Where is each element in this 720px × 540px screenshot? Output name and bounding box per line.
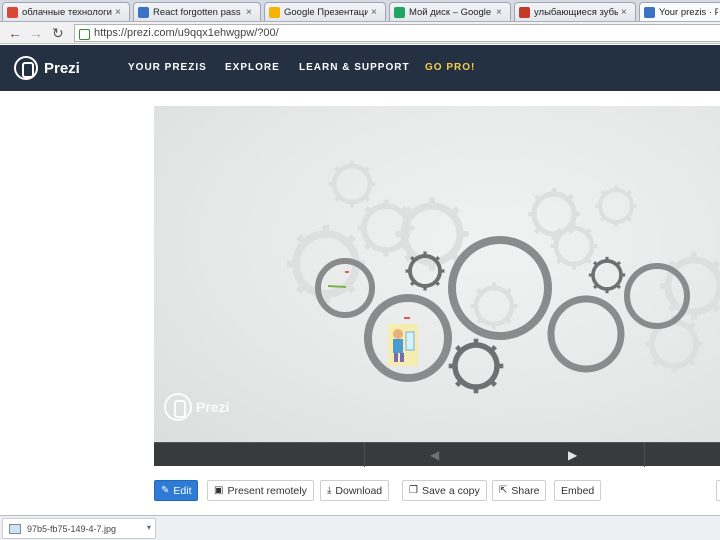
share-button[interactable]: ⇱ Share xyxy=(492,480,547,501)
tab-1-title: облачные технологи xyxy=(22,7,112,18)
copy-icon: ❐ xyxy=(409,485,418,496)
prezi-watermark-text: Prezi xyxy=(196,399,230,415)
tab-2-favicon-icon xyxy=(138,7,149,18)
browser-tab-4[interactable]: Мой диск – Google Д × xyxy=(389,2,511,21)
action-toolbar: ✎ Edit ▣ Present remotely ⤓ Download ❐ S… xyxy=(154,480,720,502)
gear-right-ring xyxy=(547,295,625,373)
browser-tab-1[interactable]: облачные технологи × xyxy=(2,2,130,21)
tab-1-close-icon[interactable]: × xyxy=(115,7,125,18)
prezi-logo-text: Prezi xyxy=(44,59,80,77)
gear-small-1 xyxy=(406,252,445,291)
previous-step-icon[interactable]: ◀ xyxy=(430,448,439,462)
prezi-watermark-icon xyxy=(164,393,192,421)
tab-2-close-icon[interactable]: × xyxy=(246,7,256,18)
save-copy-label: Save a copy xyxy=(421,484,480,497)
download-label: Download xyxy=(335,484,383,497)
tab-2-title: React forgotten pass xyxy=(153,7,241,18)
tooth-cartoon-image xyxy=(388,324,418,366)
gear-far-right-ring xyxy=(624,263,690,329)
monitor-icon: ▣ xyxy=(214,485,224,496)
browser-tab-6-active[interactable]: Your prezis · Pre xyxy=(639,2,720,21)
present-remotely-button[interactable]: ▣ Present remotely xyxy=(207,480,314,501)
tab-1-favicon-icon xyxy=(7,7,18,18)
next-step-icon[interactable]: ▶ xyxy=(568,448,577,462)
download-button[interactable]: ⤓ Download xyxy=(320,480,390,501)
prezi-logo-icon xyxy=(14,56,38,80)
bg-gear-9 xyxy=(471,283,518,330)
share-icon: ⇱ xyxy=(499,485,508,496)
tab-5-title: улыбающиеся зубы – н xyxy=(534,7,618,18)
bg-gear-8 xyxy=(660,252,720,320)
embed-button[interactable]: Embed xyxy=(554,480,602,501)
browser-tab-3[interactable]: Google Презентации × xyxy=(264,2,386,21)
tab-4-favicon-icon xyxy=(394,7,405,18)
image-file-icon xyxy=(9,523,21,534)
gear-small-2 xyxy=(449,339,504,394)
prezi-header: Prezi YOUR PREZIS EXPLORE LEARN & SUPPOR… xyxy=(0,45,720,91)
tab-4-title: Мой диск – Google Д xyxy=(409,7,493,18)
url-input[interactable]: https://prezi.com/u9qqx1ehwgpw/?00/ xyxy=(74,24,720,42)
bg-gear-7 xyxy=(551,223,598,270)
prezi-watermark: Prezi xyxy=(164,393,229,421)
tab-5-favicon-icon xyxy=(519,7,530,18)
pencil-icon: ✎ xyxy=(161,485,170,496)
nav-learn-support[interactable]: LEARN & SUPPORT xyxy=(299,62,410,73)
controls-separator-left xyxy=(364,443,365,467)
gears-canvas xyxy=(154,106,720,442)
tab-6-title: Your prezis · Pre xyxy=(659,7,718,18)
edit-button-label: Edit xyxy=(173,484,192,497)
left-ring-text-mark xyxy=(327,285,347,288)
tab-3-title: Google Презентации xyxy=(284,7,368,18)
lock-icon xyxy=(79,28,90,40)
tab-6-favicon-icon xyxy=(644,7,655,18)
browser-tab-5[interactable]: улыбающиеся зубы – н × xyxy=(514,2,636,21)
presentation-stage[interactable]: Prezi xyxy=(154,106,720,442)
embed-label: Embed xyxy=(561,484,595,497)
present-remotely-label: Present remotely xyxy=(227,484,307,497)
save-copy-button[interactable]: ❐ Save a copy xyxy=(402,480,487,501)
downloads-shelf: 97b5-fb75-149-4-7.jpg ▾ xyxy=(0,515,720,540)
back-arrow-icon[interactable]: ← xyxy=(8,25,22,41)
reload-icon[interactable]: ↻ xyxy=(52,25,64,41)
browser-address-bar: ← → ↻ https://prezi.com/u9qqx1ehwgpw/?00… xyxy=(0,22,720,44)
browser-tab-2[interactable]: React forgotten pass × xyxy=(133,2,261,21)
nav-explore[interactable]: EXPLORE xyxy=(225,62,280,73)
more-button-edge[interactable] xyxy=(716,480,720,501)
main-gears xyxy=(315,236,690,394)
tab-5-close-icon[interactable]: × xyxy=(621,7,631,18)
nav-go-pro[interactable]: GO PRO! xyxy=(425,62,475,73)
controls-separator-right xyxy=(644,443,645,467)
gear-small-3 xyxy=(589,257,625,293)
player-controls: ◀ ▶ xyxy=(154,442,720,467)
tab-3-close-icon[interactable]: × xyxy=(371,7,381,18)
url-text: https://prezi.com/u9qqx1ehwgpw/?00/ xyxy=(94,27,279,39)
browser-tab-strip: облачные технологи × React forgotten pas… xyxy=(0,0,720,22)
download-item[interactable]: 97b5-fb75-149-4-7.jpg ▾ xyxy=(2,518,156,539)
tab-3-favicon-icon xyxy=(269,7,280,18)
download-file-name: 97b5-fb75-149-4-7.jpg xyxy=(27,523,117,534)
forward-arrow-icon[interactable]: → xyxy=(29,25,43,41)
edit-button[interactable]: ✎ Edit xyxy=(154,480,199,501)
download-options-caret-icon[interactable]: ▾ xyxy=(147,523,151,532)
bg-gear-5 xyxy=(528,188,580,240)
download-icon: ⤓ xyxy=(327,485,332,496)
prezi-logo[interactable]: Prezi xyxy=(14,56,80,80)
nav-your-prezis[interactable]: YOUR PREZIS xyxy=(128,62,207,73)
bg-gear-6 xyxy=(595,185,637,227)
tab-4-close-icon[interactable]: × xyxy=(496,7,506,18)
bg-gear-1 xyxy=(329,161,376,208)
share-label: Share xyxy=(511,484,540,497)
